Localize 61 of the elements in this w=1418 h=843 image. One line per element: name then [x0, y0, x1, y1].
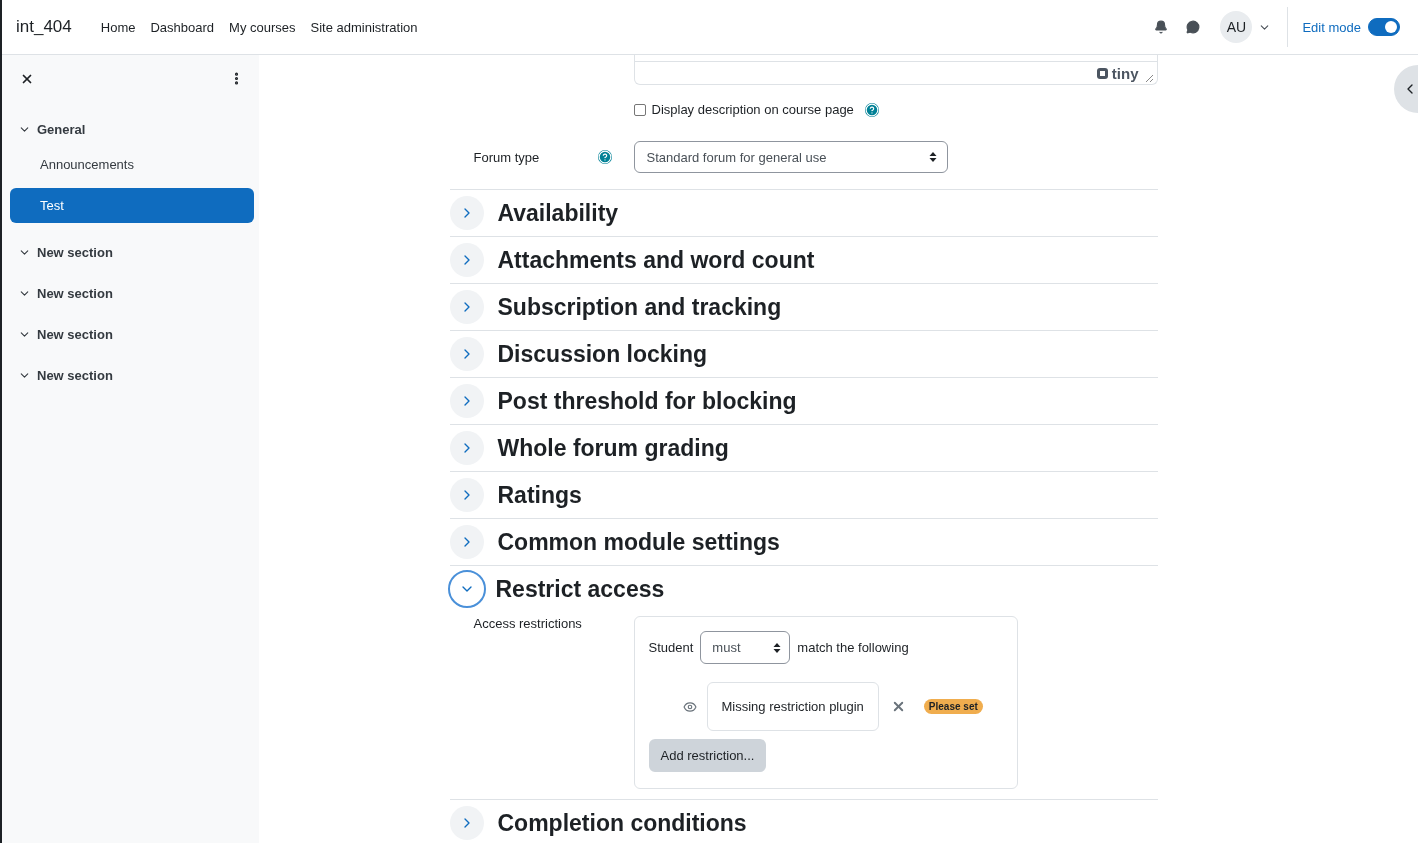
section-heading: Availability — [497, 199, 619, 227]
expand-icon[interactable] — [449, 290, 484, 324]
checkbox[interactable] — [633, 103, 646, 116]
field-label: Forum type — [473, 149, 541, 165]
sidebar-section[interactable]: New section — [10, 280, 254, 307]
section-heading: Post threshold for blocking — [497, 387, 797, 415]
add-restriction-button[interactable]: Add restriction... — [648, 739, 767, 772]
help-icon[interactable] — [864, 102, 879, 117]
editor-brand: tiny — [1095, 65, 1139, 82]
bell-icon[interactable] — [1154, 20, 1169, 34]
status-badge: Please set — [923, 699, 983, 714]
sidebar-section[interactable]: General — [10, 116, 254, 143]
section-label: New section — [37, 286, 113, 301]
forum-type-select[interactable]: Standard forum for general use — [633, 141, 948, 173]
chat-bubble-icon[interactable] — [1186, 20, 1201, 34]
rule-text: match the following — [797, 640, 909, 655]
section-heading: Ratings — [497, 481, 582, 509]
nav-link[interactable]: Dashboard — [150, 19, 215, 35]
section-label: New section — [37, 327, 113, 342]
sidebar-section[interactable]: New section — [10, 321, 254, 348]
section-heading: Completion conditions — [497, 809, 747, 837]
expand-icon[interactable] — [449, 384, 484, 418]
logo-icon — [1095, 67, 1109, 80]
nav-link[interactable]: My courses — [229, 19, 296, 35]
expand-icon[interactable] — [449, 196, 484, 230]
sidebar-section[interactable]: New section — [10, 239, 254, 266]
eye-icon[interactable] — [682, 699, 697, 714]
sort-arrows-icon — [773, 642, 782, 653]
expand-icon[interactable] — [449, 478, 484, 512]
sidebar-section[interactable]: New section — [10, 362, 254, 389]
rule-text: Student — [648, 640, 694, 655]
condition-box: Missing restriction plugin — [706, 682, 879, 731]
section-heading: Whole forum grading — [497, 434, 729, 462]
section-heading: Restrict access — [495, 575, 665, 603]
expand-icon[interactable] — [449, 243, 484, 277]
expand-icon[interactable] — [449, 806, 484, 840]
user-avatar[interactable]: AU — [1220, 11, 1253, 43]
nav-link[interactable]: Site administration — [310, 19, 418, 35]
expand-icon[interactable] — [449, 337, 484, 371]
resize-handle-icon[interactable] — [1144, 74, 1153, 82]
field-label: Access restrictions — [473, 616, 583, 631]
expand-icon[interactable] — [449, 525, 484, 559]
checkbox-label: Display description on course page — [651, 102, 854, 117]
section-label: New section — [37, 245, 113, 260]
help-icon[interactable] — [597, 150, 612, 164]
site-name[interactable]: int_404 — [16, 17, 72, 37]
match-select[interactable]: must — [700, 631, 791, 664]
sidebar-item[interactable]: Test — [10, 188, 254, 223]
section-heading: Attachments and word count — [497, 246, 815, 274]
section-heading: Subscription and tracking — [497, 293, 782, 321]
section-label: General — [37, 122, 86, 137]
sidebar-item[interactable]: Announcements — [10, 147, 254, 182]
edit-mode-toggle[interactable] — [1368, 18, 1400, 36]
nav-link[interactable]: Home — [100, 19, 136, 35]
collapse-icon[interactable] — [447, 570, 486, 608]
section-heading: Common module settings — [497, 528, 780, 556]
section-label: New section — [37, 368, 113, 383]
edit-mode-label: Edit mode — [1302, 19, 1361, 35]
expand-icon[interactable] — [449, 431, 484, 465]
sort-arrows-icon — [928, 152, 937, 162]
section-heading: Discussion locking — [497, 340, 708, 368]
